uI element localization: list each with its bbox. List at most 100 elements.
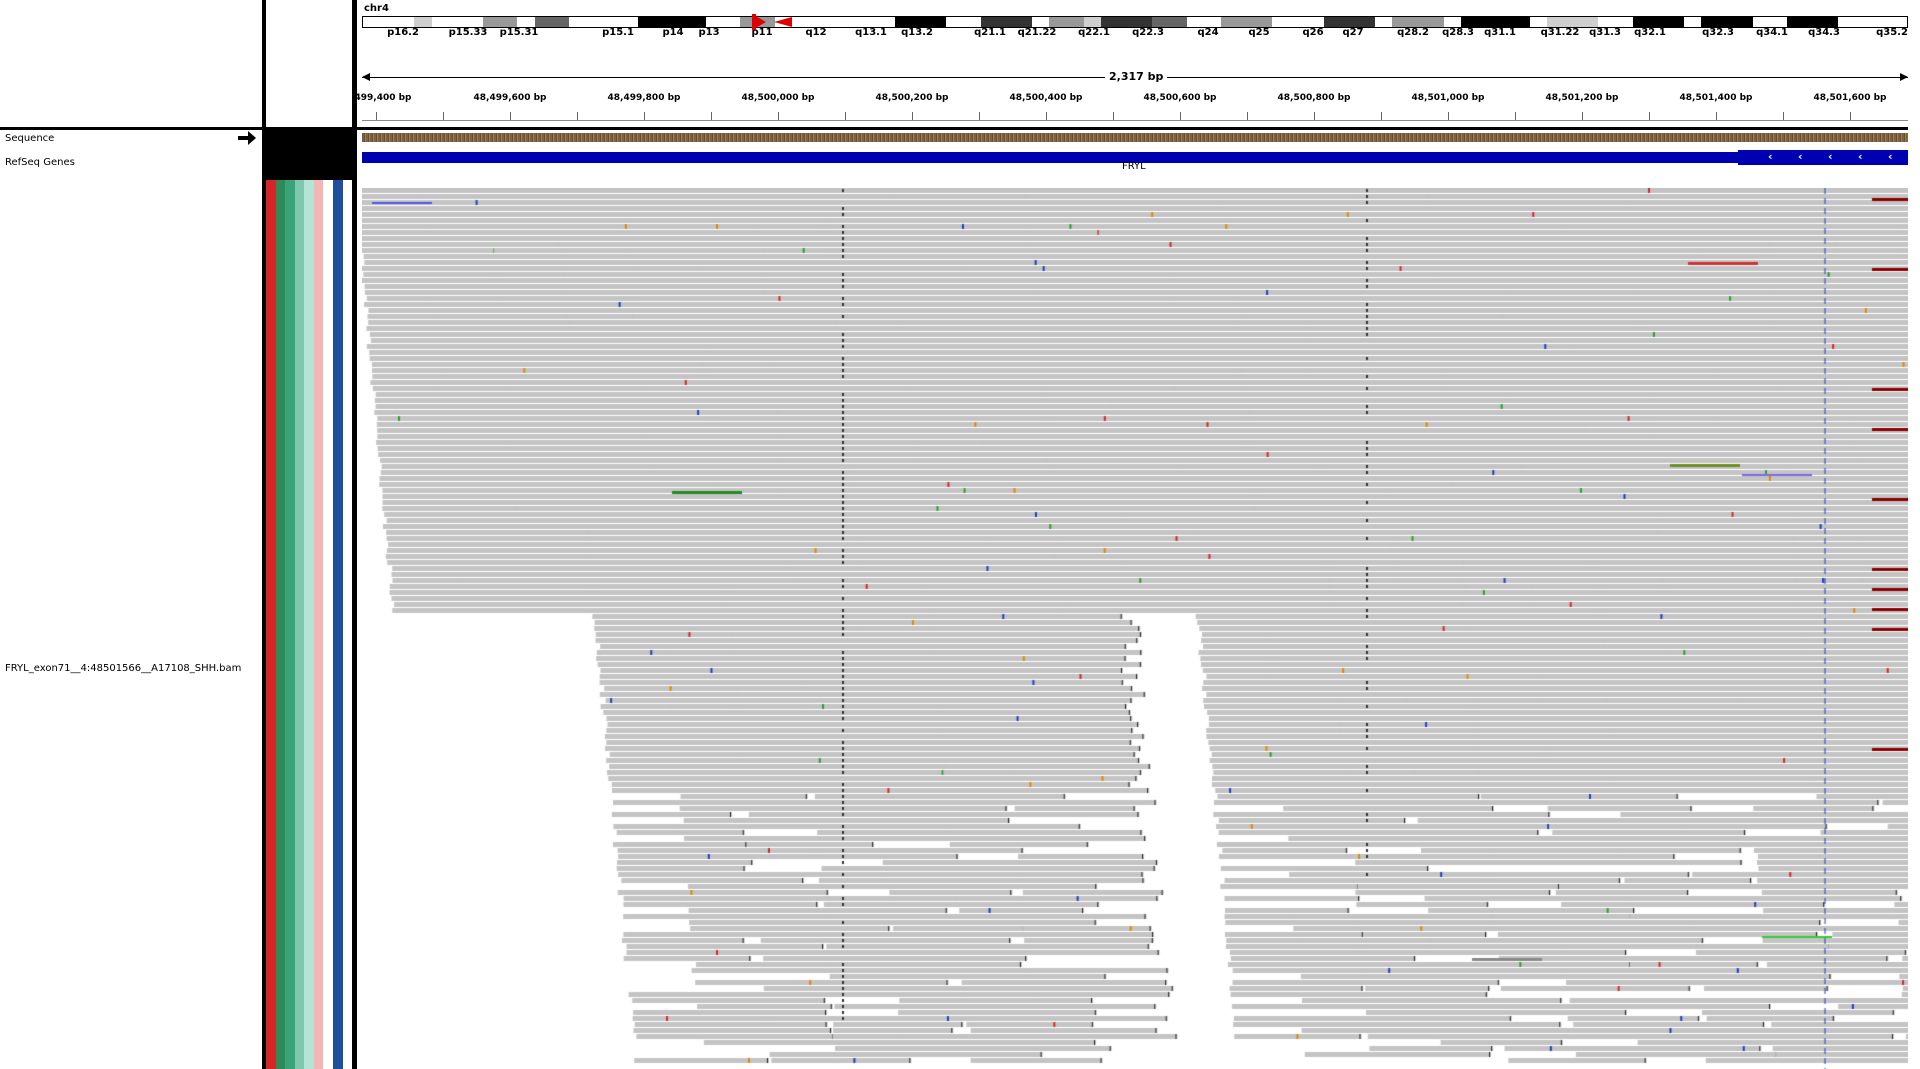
ruler-tick — [1046, 112, 1047, 120]
band-label: q25 — [1248, 27, 1270, 38]
band-label: q22.3 — [1132, 27, 1164, 38]
ruler-right-arrow-icon — [1900, 73, 1908, 81]
band-label: q28.2 — [1397, 27, 1429, 38]
ruler-tick — [644, 112, 645, 120]
ideogram-band[interactable] — [414, 17, 432, 27]
ideogram-band[interactable] — [1392, 17, 1444, 27]
alignment-track[interactable] — [362, 188, 1908, 1069]
ideogram-band[interactable] — [1443, 17, 1461, 27]
ideogram-band[interactable] — [1529, 17, 1547, 27]
ideogram-band[interactable] — [534, 17, 569, 27]
band-label: q12 — [805, 27, 827, 38]
ruler-tick-label: 48,501,400 bp — [1679, 93, 1753, 103]
bam-track-name[interactable]: FRYL_exon71__4:48501566__A17108_SHH.bam — [5, 663, 241, 674]
sequence-track[interactable] — [362, 133, 1908, 142]
attribute-column[interactable] — [266, 130, 276, 1069]
gene-label[interactable]: FRYL — [1122, 161, 1146, 172]
ideogram-band[interactable] — [980, 17, 1033, 27]
ideogram-band[interactable] — [1375, 17, 1393, 27]
chevron-left-icon: ‹ — [1828, 150, 1833, 163]
ideogram-band[interactable] — [483, 17, 518, 27]
ideogram-band[interactable] — [1786, 17, 1839, 27]
band-label: q27 — [1342, 27, 1364, 38]
ideogram-band[interactable] — [1461, 17, 1530, 27]
ruler-tick — [1180, 112, 1181, 120]
gene-exon[interactable] — [1738, 150, 1908, 165]
ideogram-band[interactable] — [1049, 17, 1084, 27]
ideogram-band[interactable] — [809, 17, 844, 27]
ideogram-band[interactable] — [1701, 17, 1753, 27]
ruler-tick — [1716, 112, 1717, 120]
ideogram-band[interactable] — [1632, 17, 1685, 27]
chevron-left-icon: ‹ — [1768, 150, 1773, 163]
attribute-header-block — [266, 130, 352, 180]
attribute-columns[interactable] — [266, 130, 353, 1069]
band-label: p15.1 — [602, 27, 634, 38]
panel-divider-right — [352, 0, 357, 1069]
ideogram-band[interactable] — [843, 17, 895, 27]
attribute-column[interactable] — [285, 130, 295, 1069]
ideogram-band[interactable] — [1186, 17, 1221, 27]
attribute-column[interactable] — [275, 130, 286, 1069]
band-label: q31.1 — [1484, 27, 1516, 38]
ideogram-band[interactable] — [1272, 17, 1324, 27]
ideogram-band[interactable] — [568, 17, 638, 27]
ruler-span-label: 2,317 bp — [1105, 70, 1168, 83]
ideogram-band[interactable] — [1598, 17, 1633, 27]
ideogram-band[interactable] — [1220, 17, 1273, 27]
ideogram-band[interactable] — [1546, 17, 1599, 27]
band-label: q13.1 — [855, 27, 887, 38]
attribute-column[interactable] — [323, 130, 333, 1069]
refseq-track-name[interactable]: RefSeq Genes — [5, 157, 75, 168]
band-label: q35.2 — [1876, 27, 1908, 38]
band-label: q13.2 — [901, 27, 933, 38]
ruler-tick-label: 48,500,000 bp — [741, 93, 815, 103]
chevron-left-icon: ‹ — [1858, 150, 1863, 163]
scroll-gutter — [1908, 0, 1920, 1069]
sequence-track-name[interactable]: Sequence — [5, 133, 54, 144]
attribute-column[interactable] — [304, 130, 314, 1069]
ideogram-band[interactable] — [1083, 17, 1101, 27]
ruler-tick — [912, 112, 913, 120]
band-label: q28.3 — [1442, 27, 1474, 38]
ideogram-band[interactable] — [894, 17, 947, 27]
band-label: q21.22 — [1017, 27, 1057, 38]
ruler-tick — [510, 112, 511, 120]
strand-arrow-icon[interactable] — [238, 131, 256, 145]
attribute-column[interactable] — [313, 130, 324, 1069]
ruler-tick — [778, 112, 779, 120]
ideogram-band[interactable] — [431, 17, 484, 27]
ideogram-band[interactable] — [637, 17, 707, 27]
ideogram-band[interactable] — [1152, 17, 1187, 27]
chromosome-name[interactable]: chr4 — [364, 3, 389, 14]
ideogram-band[interactable] — [1684, 17, 1702, 27]
ruler-tick — [1783, 112, 1784, 120]
attribute-column[interactable] — [342, 130, 353, 1069]
ideogram-band[interactable] — [1838, 17, 1908, 27]
ruler-tick — [443, 112, 444, 120]
ruler-tick-label: 48,500,400 bp — [1009, 93, 1083, 103]
ideogram-band[interactable] — [1752, 17, 1787, 27]
ruler-tick-label: 499,400 bp — [354, 93, 412, 103]
attribute-column[interactable] — [332, 130, 343, 1069]
panel-divider-left — [262, 0, 266, 1069]
band-label: p15.31 — [499, 27, 539, 38]
ideogram-band[interactable] — [946, 17, 981, 27]
ruler-tick — [979, 112, 980, 120]
band-label: q32.1 — [1634, 27, 1666, 38]
ruler-tick — [1649, 112, 1650, 120]
band-label: p14 — [662, 27, 684, 38]
ideogram-band[interactable] — [706, 17, 741, 27]
ruler-tick — [1113, 112, 1114, 120]
band-label: q26 — [1302, 27, 1324, 38]
ruler-tick-label: 48,500,200 bp — [875, 93, 949, 103]
ideogram-band[interactable] — [363, 17, 415, 27]
ideogram-band[interactable] — [1323, 17, 1376, 27]
attribute-column[interactable] — [294, 130, 305, 1069]
ideogram-band[interactable] — [1032, 17, 1050, 27]
band-label: p15.33 — [448, 27, 488, 38]
ideogram-band[interactable] — [517, 17, 535, 27]
ruler-tick — [845, 112, 846, 120]
band-label: q22.1 — [1078, 27, 1110, 38]
ideogram-band[interactable] — [1100, 17, 1153, 27]
